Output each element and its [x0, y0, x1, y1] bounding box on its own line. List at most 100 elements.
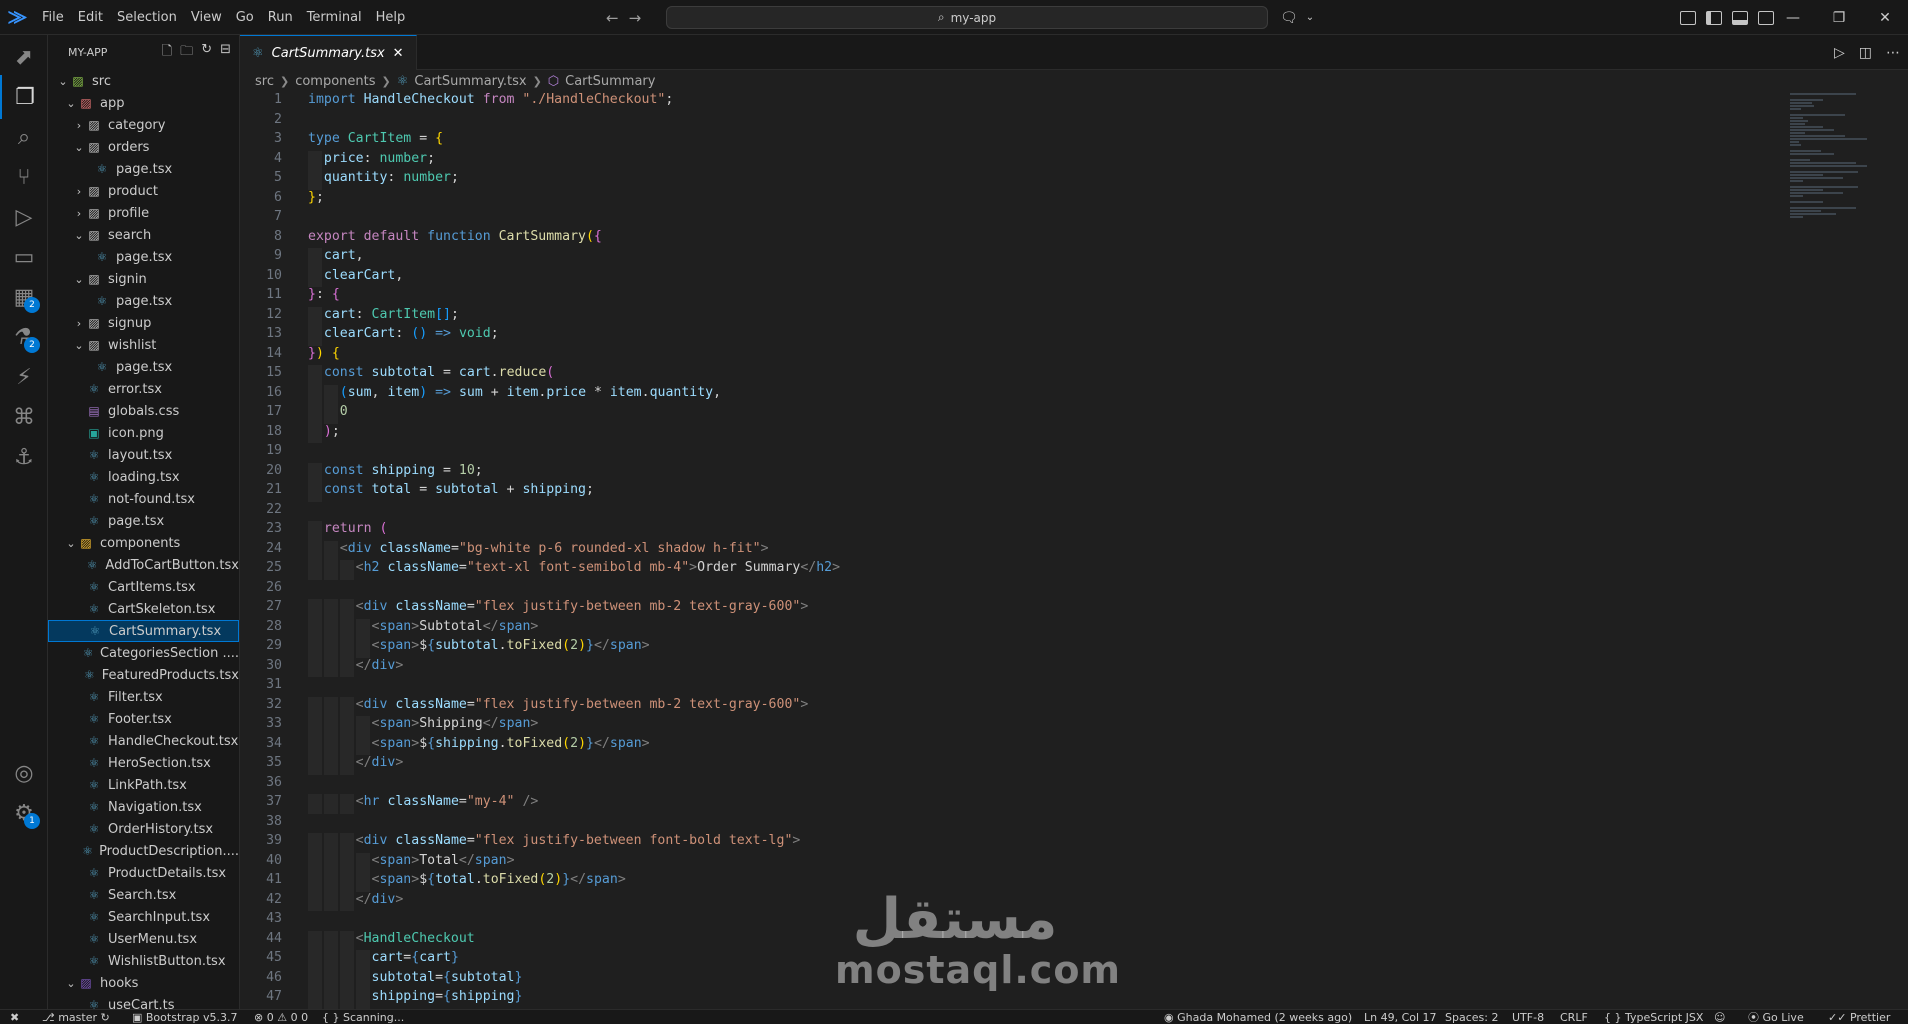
- menu-go[interactable]: Go: [229, 0, 261, 35]
- tree-folder[interactable]: › ▨ category: [48, 114, 239, 136]
- language-status[interactable]: { } TypeScript JSX: [1604, 1010, 1703, 1024]
- minimap[interactable]: [1790, 92, 1900, 218]
- docker-icon[interactable]: ⚓: [0, 435, 48, 479]
- collapse-all-icon[interactable]: ⊟: [220, 42, 231, 64]
- tree-folder[interactable]: › ▨ signup: [48, 312, 239, 334]
- forward-arrow-icon[interactable]: →: [629, 9, 642, 27]
- menu-run[interactable]: Run: [261, 0, 300, 35]
- tree-file[interactable]: ⚛ OrderHistory.tsx: [48, 818, 239, 840]
- tree-file[interactable]: ⚛ useCart.ts: [48, 994, 239, 1010]
- go-live-status[interactable]: ⦿ Go Live: [1748, 1010, 1804, 1024]
- code-editor[interactable]: 1 import HandleCheckout from "./HandleChe…: [240, 92, 1790, 1009]
- menu-file[interactable]: File: [35, 0, 71, 35]
- split-editor-icon[interactable]: ◫: [1859, 45, 1872, 61]
- bootstrap-status[interactable]: ▣ Bootstrap v5.3.7: [132, 1010, 238, 1024]
- tree-file[interactable]: ⚛ LinkPath.tsx: [48, 774, 239, 796]
- menu-help[interactable]: Help: [369, 0, 413, 35]
- new-folder-icon[interactable]: 🗀: [180, 42, 193, 64]
- tree-file[interactable]: ⚛ SearchInput.tsx: [48, 906, 239, 928]
- tree-file[interactable]: ⚛ page.tsx: [48, 510, 239, 532]
- copilot-status-icon[interactable]: ☺: [1714, 1010, 1725, 1024]
- tree-file[interactable]: ⚛ CategoriesSection ....: [48, 642, 239, 664]
- tree-file[interactable]: ⚛ ProductDetails.tsx: [48, 862, 239, 884]
- command-center-search[interactable]: ⌕ my-app: [666, 6, 1268, 29]
- manage-gear-icon[interactable]: ⚙ 1: [0, 791, 48, 835]
- run-icon[interactable]: ▷: [1834, 45, 1845, 61]
- breadcrumb-src[interactable]: src: [255, 74, 274, 89]
- restore-icon[interactable]: ❐: [1816, 0, 1862, 35]
- breadcrumb-file[interactable]: CartSummary.tsx: [414, 74, 526, 89]
- tree-file[interactable]: ⚛ error.tsx: [48, 378, 239, 400]
- tree-folder[interactable]: ⌄ ▨ wishlist: [48, 334, 239, 356]
- tree-folder[interactable]: ⌄ ▨ search: [48, 224, 239, 246]
- menu-view[interactable]: View: [184, 0, 229, 35]
- refresh-icon[interactable]: ↻: [201, 42, 212, 64]
- tree-folder[interactable]: ⌄ ▨ orders: [48, 136, 239, 158]
- remote-icon[interactable]: ⬈: [0, 35, 48, 79]
- branch-status[interactable]: ⎇ master ↻: [42, 1010, 110, 1024]
- tree-folder[interactable]: ⌄ ▨ hooks: [48, 972, 239, 994]
- tree-file[interactable]: ⚛ not-found.tsx: [48, 488, 239, 510]
- tree-file[interactable]: ⚛ loading.tsx: [48, 466, 239, 488]
- tree-folder[interactable]: ⌄ ▨ src: [48, 70, 239, 92]
- tree-file[interactable]: ⚛ Navigation.tsx: [48, 796, 239, 818]
- close-tab-icon[interactable]: ✕: [393, 46, 404, 61]
- tree-file[interactable]: ▤ globals.css: [48, 400, 239, 422]
- tree-file[interactable]: ⚛ Search.tsx: [48, 884, 239, 906]
- remote-indicator-icon[interactable]: ✖: [10, 1010, 19, 1024]
- menu-terminal[interactable]: Terminal: [300, 0, 369, 35]
- close-icon[interactable]: ✕: [1862, 0, 1908, 35]
- tree-file[interactable]: ⚛ HeroSection.tsx: [48, 752, 239, 774]
- tree-file[interactable]: ⚛ CartItems.tsx: [48, 576, 239, 598]
- tree-file[interactable]: ⚛ WishlistButton.tsx: [48, 950, 239, 972]
- tab-cartsummary[interactable]: ⚛ CartSummary.tsx ✕: [240, 35, 417, 70]
- run-debug-icon[interactable]: ▷: [0, 195, 48, 239]
- tree-file[interactable]: ⚛ CartSummary.tsx: [48, 620, 239, 642]
- python-icon[interactable]: ⌘: [0, 395, 48, 439]
- problems-status[interactable]: ⊗ 0 ⚠ 0 0: [254, 1010, 308, 1024]
- tree-file[interactable]: ⚛ ProductDescription....: [48, 840, 239, 862]
- tree-file[interactable]: ⚛ Footer.tsx: [48, 708, 239, 730]
- indentation-status[interactable]: Spaces: 2: [1445, 1010, 1498, 1024]
- tree-folder[interactable]: › ▨ product: [48, 180, 239, 202]
- thunder-icon[interactable]: ⚡: [0, 355, 48, 399]
- tree-file[interactable]: ⚛ page.tsx: [48, 356, 239, 378]
- toggle-primary-sidebar-icon[interactable]: [1706, 10, 1722, 25]
- tree-file[interactable]: ⚛ UserMenu.tsx: [48, 928, 239, 950]
- git-blame-status[interactable]: ◉ Ghada Mohamed (2 weeks ago): [1164, 1010, 1352, 1024]
- tree-file[interactable]: ⚛ FeaturedProducts.tsx: [48, 664, 239, 686]
- new-file-icon[interactable]: 🗋: [162, 42, 172, 64]
- encoding-status[interactable]: UTF-8: [1512, 1010, 1544, 1024]
- customize-layout-icon[interactable]: [1680, 10, 1696, 25]
- tree-file[interactable]: ⚛ page.tsx: [48, 246, 239, 268]
- testing-icon[interactable]: ⚗ 2: [0, 315, 48, 359]
- prettier-status[interactable]: ✓✓ Prettier: [1828, 1010, 1890, 1024]
- tree-folder[interactable]: ⌄ ▨ components: [48, 532, 239, 554]
- tree-file[interactable]: ⚛ CartSkeleton.tsx: [48, 598, 239, 620]
- breadcrumb-symbol[interactable]: CartSummary: [565, 74, 655, 89]
- tree-file[interactable]: ⚛ page.tsx: [48, 158, 239, 180]
- tree-file[interactable]: ⚛ Filter.tsx: [48, 686, 239, 708]
- remote-explorer-icon[interactable]: ▭: [0, 235, 48, 279]
- tree-folder[interactable]: ⌄ ▨ app: [48, 92, 239, 114]
- tree-file[interactable]: ⚛ HandleCheckout.tsx: [48, 730, 239, 752]
- tree-file[interactable]: ⚛ layout.tsx: [48, 444, 239, 466]
- menu-edit[interactable]: Edit: [71, 0, 110, 35]
- toggle-panel-icon[interactable]: [1732, 10, 1748, 25]
- back-arrow-icon[interactable]: ←: [606, 9, 619, 27]
- copilot-menu[interactable]: 🗨 ⌄: [1280, 0, 1314, 35]
- extensions-icon[interactable]: ▦ 2: [0, 275, 48, 319]
- tree-file[interactable]: ▣ icon.png: [48, 422, 239, 444]
- search-icon[interactable]: ⌕: [0, 115, 48, 159]
- tree-file[interactable]: ⚛ page.tsx: [48, 290, 239, 312]
- breadcrumb-components[interactable]: components: [295, 74, 375, 89]
- source-control-icon[interactable]: ⑂: [0, 155, 48, 199]
- eol-status[interactable]: CRLF: [1560, 1010, 1588, 1024]
- cursor-position[interactable]: Ln 49, Col 17: [1364, 1010, 1437, 1024]
- minimize-icon[interactable]: —: [1770, 0, 1816, 35]
- explorer-icon[interactable]: ❐: [0, 75, 48, 119]
- account-icon[interactable]: ◎: [0, 751, 48, 795]
- tree-folder[interactable]: › ▨ profile: [48, 202, 239, 224]
- tree-folder[interactable]: ⌄ ▨ signin: [48, 268, 239, 290]
- tree-file[interactable]: ⚛ AddToCartButton.tsx: [48, 554, 239, 576]
